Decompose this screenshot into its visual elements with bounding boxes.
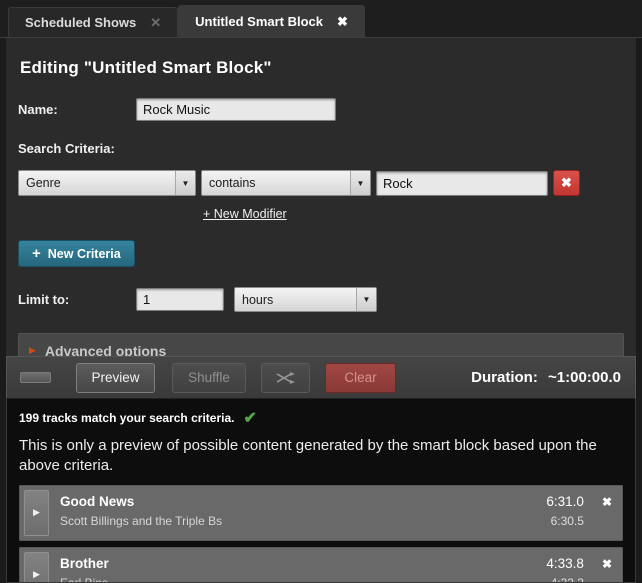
chevron-down-icon: ▼	[350, 171, 370, 195]
track-info: Brother Earl Bins	[60, 552, 109, 583]
smart-block-editor-window: Scheduled Shows ✕ Untitled Smart Block ✖…	[0, 0, 642, 583]
preview-button[interactable]: Preview	[76, 363, 155, 393]
criteria-field-value: Genre	[19, 171, 175, 195]
track-title: Good News	[60, 494, 222, 509]
tab-close-icon[interactable]: ✖	[337, 14, 348, 30]
track-info: Good News Scott Billings and the Triple …	[60, 490, 222, 536]
smart-block-editor-panel: Editing "Untitled Smart Block" Name: Sea…	[6, 38, 636, 356]
limit-unit-value: hours	[235, 288, 356, 311]
new-modifier-row: + New Modifier	[203, 205, 624, 223]
preview-toolbar: Preview Shuffle Clear Duration: ~1:00:00…	[6, 356, 636, 399]
track-cue-length: 4:33.3	[546, 576, 584, 583]
chevron-down-icon: ▼	[175, 171, 195, 195]
track-meta: 6:31.0 6:30.5 ✖	[546, 490, 618, 536]
remove-criteria-button[interactable]: ✖	[553, 170, 580, 196]
shuffle-icon-button[interactable]	[261, 363, 310, 393]
limit-row: Limit to: hours ▼	[18, 287, 624, 312]
collapsed-arrow-icon: ▶	[29, 345, 36, 356]
close-icon: ✖	[561, 175, 572, 191]
duration-label: Duration:	[471, 369, 538, 386]
limit-unit-select[interactable]: hours ▼	[234, 287, 377, 312]
name-label: Name:	[18, 102, 136, 117]
remove-track-icon[interactable]: ✖	[602, 557, 612, 571]
shuffle-icon	[275, 371, 297, 385]
track-row[interactable]: ▶ Good News Scott Billings and the Tripl…	[19, 485, 623, 541]
chevron-down-icon: ▼	[356, 288, 376, 311]
criteria-modifier-select[interactable]: contains ▼	[201, 170, 371, 196]
success-check-icon: ✔	[243, 408, 256, 428]
match-message-row: 199 tracks match your search criteria. ✔	[19, 408, 623, 428]
name-row: Name:	[18, 98, 624, 121]
play-button[interactable]: ▶	[24, 552, 49, 583]
duration-value: ~1:00:00.0	[548, 369, 621, 386]
new-criteria-label: New Criteria	[48, 247, 121, 261]
tab-untitled-smart-block-label: Untitled Smart Block	[195, 14, 323, 29]
match-message: 199 tracks match your search criteria.	[19, 411, 234, 425]
tab-scheduled-shows-label: Scheduled Shows	[25, 15, 136, 30]
track-length: 6:31.0	[546, 494, 584, 509]
track-row[interactable]: ▶ Brother Earl Bins 4:33.8 4:33.3 ✖	[19, 547, 623, 583]
advanced-options-label: Advanced options	[45, 343, 166, 357]
tab-untitled-smart-block[interactable]: Untitled Smart Block ✖	[178, 5, 365, 37]
preview-results-area: 199 tracks match your search criteria. ✔…	[6, 399, 636, 583]
criteria-value-input[interactable]	[376, 171, 548, 196]
duration-display: Duration: ~1:00:00.0	[471, 369, 621, 386]
track-length: 4:33.8	[546, 556, 584, 571]
new-modifier-link[interactable]: + New Modifier	[203, 207, 287, 221]
criteria-row: Genre ▼ contains ▼ ✖	[18, 170, 624, 196]
track-cue-length: 6:30.5	[546, 514, 584, 528]
advanced-options-toggle[interactable]: ▶ Advanced options	[18, 333, 624, 356]
page-title: Editing "Untitled Smart Block"	[20, 58, 624, 78]
preview-info-message: This is only a preview of possible conte…	[19, 436, 619, 477]
play-button[interactable]: ▶	[24, 490, 49, 536]
plus-icon: +	[32, 246, 41, 261]
name-input[interactable]	[136, 98, 336, 121]
limit-label: Limit to:	[18, 292, 136, 307]
track-artist: Earl Bins	[60, 576, 109, 583]
track-title: Brother	[60, 556, 109, 571]
tab-bar: Scheduled Shows ✕ Untitled Smart Block ✖	[0, 0, 642, 38]
track-times: 4:33.8 4:33.3	[546, 556, 584, 583]
tab-scheduled-shows[interactable]: Scheduled Shows ✕	[8, 7, 178, 37]
track-times: 6:31.0 6:30.5	[546, 494, 584, 528]
tab-close-icon[interactable]: ✕	[150, 15, 161, 31]
track-artist: Scott Billings and the Triple Bs	[60, 514, 222, 528]
shuffle-button[interactable]: Shuffle	[172, 363, 246, 393]
criteria-modifier-value: contains	[202, 171, 350, 195]
remove-track-icon[interactable]: ✖	[602, 495, 612, 509]
clear-button[interactable]: Clear	[325, 363, 396, 393]
toolbar-handle-button[interactable]	[20, 372, 51, 383]
play-icon: ▶	[33, 507, 40, 518]
new-criteria-button[interactable]: + New Criteria	[18, 240, 135, 267]
criteria-field-select[interactable]: Genre ▼	[18, 170, 196, 196]
track-meta: 4:33.8 4:33.3 ✖	[546, 552, 618, 583]
play-icon: ▶	[33, 569, 40, 580]
search-criteria-label: Search Criteria:	[18, 141, 624, 156]
limit-value-input[interactable]	[136, 288, 224, 311]
